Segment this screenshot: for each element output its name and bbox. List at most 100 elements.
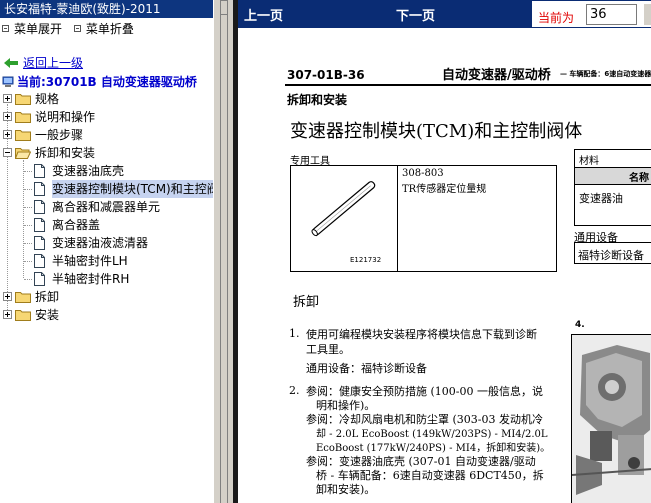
material-item: 变速器油 (579, 192, 623, 205)
tree-item-label-selected: 变速器控制模块(TCM)和主控阀体 (52, 180, 213, 198)
back-arrow-icon (4, 58, 18, 68)
tree-item-removal[interactable]: 拆卸 (0, 288, 213, 306)
folder-icon (15, 130, 31, 141)
expand-icon (2, 25, 9, 32)
tree-item-halfshaft-seal-lh[interactable]: 半轴密封件LH (0, 252, 213, 270)
collapse-toggle-icon[interactable] (3, 148, 12, 157)
menu-expand-label: 菜单展开 (14, 22, 63, 36)
document-pane: 上一页 下一页 当前为 307-01B-36 自动变速器/驱动桥 — 车辆配备：… (238, 0, 651, 503)
document-icon (34, 182, 45, 196)
materials-table: 材料 名称 变速器油 (574, 149, 651, 226)
header-rule (285, 84, 651, 86)
tree-item-label: 拆卸和安装 (35, 146, 96, 160)
tree-item-label: 拆卸 (35, 290, 60, 304)
step2-line: 卸和安装)。 (316, 483, 376, 496)
tree-item-label: 变速器油底壳 (52, 164, 125, 178)
document-icon (34, 164, 45, 178)
tool-code: 308-803 (402, 168, 444, 179)
materials-name-column: 名称 (629, 173, 649, 184)
tree-item-trans-oil-pan[interactable]: 变速器油底壳 (0, 162, 213, 180)
tree-item-removal-installation[interactable]: 拆卸和安装 (0, 144, 213, 162)
tree-pane: 长安福特-蒙迪欧(致胜)-2011 菜单展开 菜单折叠 返回上一级 当前:307… (0, 0, 213, 503)
document-icon (34, 200, 45, 214)
expand-toggle-icon[interactable] (3, 292, 12, 301)
tree-item-label: 离合器盖 (52, 218, 101, 232)
step4-number: 4. (575, 320, 585, 330)
tree-item-label: 规格 (35, 92, 60, 106)
current-location: 当前:30701B 自动变速器驱动桥 (2, 73, 197, 90)
page-toolbar: 上一页 下一页 当前为 (238, 0, 651, 28)
document-icon (34, 254, 45, 268)
tree-item-general-procedures[interactable]: 一般步骤 (0, 126, 213, 144)
chapter-title: 自动变速器/驱动桥 (442, 68, 551, 83)
document-icon (34, 218, 45, 232)
step1-equipment: 通用设备：福特诊断设备 (306, 362, 427, 375)
folder-icon (15, 94, 31, 105)
menu-bar: 菜单展开 菜单折叠 (0, 18, 213, 40)
removal-header: 拆卸 (293, 295, 320, 310)
manual-page: 307-01B-36 自动变速器/驱动桥 — 车辆配备：6速自动变速器 拆卸和安… (238, 28, 651, 503)
step1-text-line1: 使用可编程模块安装程序将模块信息下载到诊断 (306, 328, 537, 341)
section-name: 拆卸和安装 (287, 93, 348, 107)
expand-toggle-icon[interactable] (3, 94, 12, 103)
collapse-icon (73, 25, 81, 32)
splitter-line (227, 0, 228, 503)
tree-item-label: 离合器和减震器单元 (52, 200, 161, 214)
tree-item-label: 安装 (35, 308, 60, 322)
tree-item-clutch-damper[interactable]: 离合器和减震器单元 (0, 198, 213, 216)
tree-item-label: 一般步骤 (35, 128, 84, 142)
go-button[interactable] (644, 4, 651, 25)
tree-item-label: 变速器油液滤清器 (52, 236, 149, 250)
folder-icon (15, 292, 31, 303)
step2-number: 2. (289, 384, 300, 397)
app-title: 长安福特-蒙迪欧(致胜)-2011 (0, 0, 213, 18)
materials-header: 材料 (579, 156, 599, 167)
expand-toggle-icon[interactable] (3, 310, 12, 319)
tool-name: TR传感器定位量规 (402, 184, 487, 195)
tree-item-clutch-cover[interactable]: 离合器盖 (0, 216, 213, 234)
expand-toggle-icon[interactable] (3, 130, 12, 139)
tree-item-specs[interactable]: 规格 (0, 90, 213, 108)
next-page-button[interactable]: 下一页 (396, 5, 435, 24)
prev-page-button[interactable]: 上一页 (244, 5, 283, 24)
document-icon (34, 272, 45, 286)
splitter-grip-icon[interactable] (220, 0, 228, 15)
special-tools-table: E121732 308-803 TR传感器定位量规 (290, 165, 557, 272)
tree-item-label: 说明和操作 (35, 110, 96, 124)
document-icon (34, 236, 45, 250)
expand-toggle-icon[interactable] (3, 112, 12, 121)
computer-icon (2, 76, 14, 87)
back-link-label: 返回上一级 (23, 56, 84, 70)
open-folder-icon (15, 148, 31, 159)
current-page-label: 当前为 (538, 11, 575, 25)
tool-drawing-icon: E121732 (311, 181, 381, 264)
step1-number: 1. (289, 327, 300, 340)
step4-figure (571, 334, 651, 503)
menu-collapse-button[interactable]: 菜单折叠 (73, 18, 134, 40)
tree-item-label: 半轴密封件LH (52, 254, 128, 268)
current-page-box: 当前为 (532, 1, 651, 27)
tree-item-halfshaft-seal-rh[interactable]: 半轴密封件RH (0, 270, 213, 288)
tree-item-installation[interactable]: 安装 (0, 306, 213, 324)
step2-line: 却 - 2.0L EcoBoost (149kW/203PS) - MI4/2.… (316, 429, 548, 440)
tree-item-description[interactable]: 说明和操作 (0, 108, 213, 126)
splitter-line (220, 0, 221, 503)
pane-splitter[interactable] (213, 0, 233, 503)
general-equipment-table: 福特诊断设备 (574, 242, 651, 264)
vehicle-note: — 车辆配备：6速自动变速器 (560, 70, 651, 78)
step1-text-line2: 工具里。 (306, 343, 350, 356)
transmission-photo-icon (572, 335, 651, 503)
current-page-input[interactable] (586, 4, 637, 25)
back-link[interactable]: 返回上一级 (4, 54, 83, 71)
tree-item-tcm-main-valve-body[interactable]: 变速器控制模块(TCM)和主控阀体 (0, 180, 213, 198)
tree-item-label: 半轴密封件RH (52, 272, 130, 286)
folder-icon (15, 112, 31, 123)
general-equipment-item: 福特诊断设备 (578, 249, 644, 262)
tree-item-trans-fluid-filter[interactable]: 变速器油液滤清器 (0, 234, 213, 252)
step2-line: EcoBoost (177kW/240PS) - MI4，拆卸和安装)。 (316, 443, 551, 454)
section-code: 307-01B-36 (287, 68, 365, 82)
menu-expand-button[interactable]: 菜单展开 (2, 18, 62, 40)
page-title: 变速器控制模块(TCM)和主控制阀体 (290, 121, 583, 142)
menu-collapse-label: 菜单折叠 (85, 22, 134, 36)
current-location-label: 当前:30701B 自动变速器驱动桥 (17, 75, 197, 89)
